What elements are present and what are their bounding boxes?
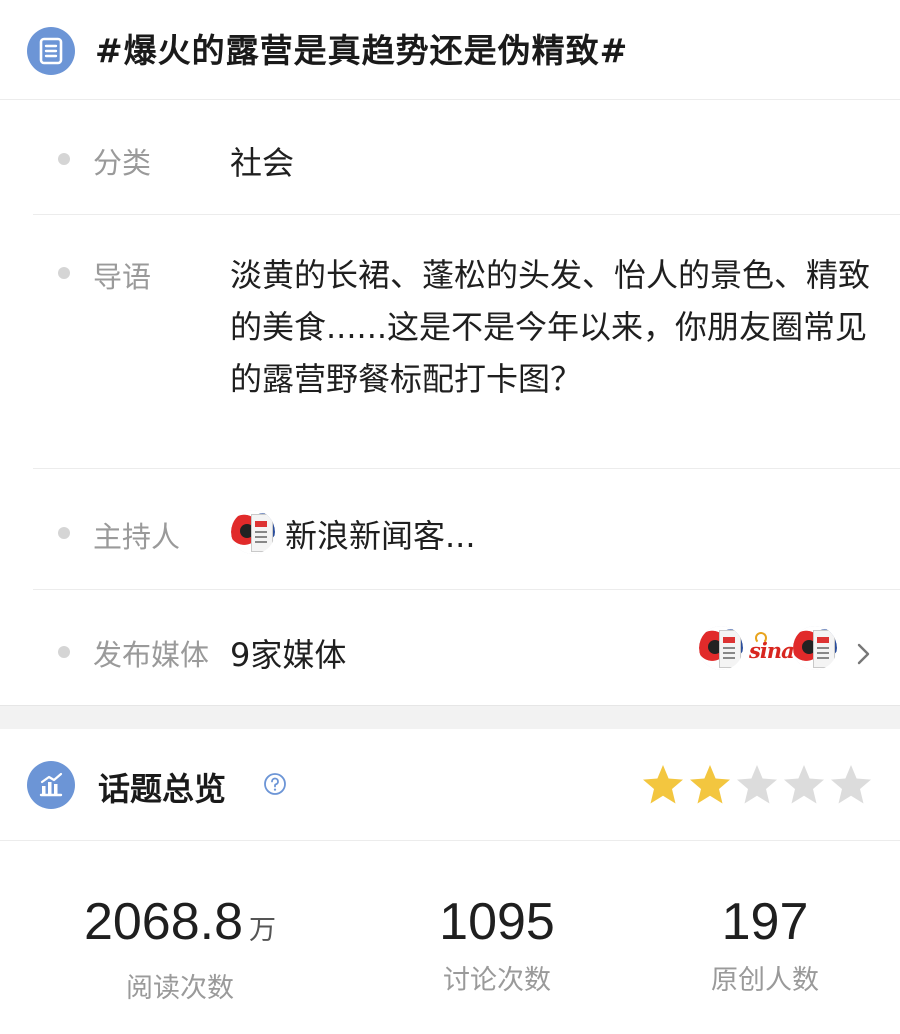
- stat-originals: 197 原创人数: [645, 890, 885, 997]
- topic-title: #爆火的露营是真趋势还是伪精致#: [95, 31, 629, 70]
- category-row: 分类 社会: [33, 100, 900, 215]
- host-row[interactable]: 主持人 新浪新闻客...: [33, 469, 900, 590]
- overview-divider: [0, 840, 900, 841]
- stat-reads: 2068.8 万 阅读次数: [60, 890, 300, 1005]
- star-filled-icon: [690, 765, 730, 804]
- lead-row: 导语 淡黄的长裙、蓬松的头发、怡人的景色、精致的美食......这是不是今年以来…: [33, 215, 900, 469]
- star-empty-icon: [831, 765, 871, 804]
- bullet-dot: [58, 153, 70, 165]
- chevron-right-icon[interactable]: [853, 641, 875, 667]
- category-label: 分类: [93, 146, 152, 180]
- list-document-icon: [27, 27, 75, 75]
- lead-label: 导语: [93, 260, 152, 294]
- help-icon[interactable]: [263, 772, 287, 796]
- stat-reads-label: 阅读次数: [126, 973, 234, 1004]
- lead-text: 淡黄的长裙、蓬松的头发、怡人的景色、精致的美食......这是不是今年以来，你朋…: [230, 256, 871, 398]
- rating-stars: [641, 763, 881, 809]
- media-label: 发布媒体: [93, 638, 210, 672]
- star-empty-icon: [737, 765, 777, 804]
- star-filled-icon: [643, 765, 683, 804]
- topic-header: #爆火的露营是真趋势还是伪精致#: [0, 0, 900, 100]
- sina-news-avatar-icon[interactable]: [231, 510, 275, 554]
- bullet-dot: [58, 646, 70, 658]
- stat-originals-value: 197: [721, 893, 809, 951]
- section-divider: [0, 705, 900, 729]
- stat-reads-unit: 万: [249, 915, 277, 945]
- overview-title: 话题总览: [98, 770, 227, 808]
- media-count[interactable]: 9家媒体: [230, 630, 346, 676]
- bullet-dot: [58, 267, 70, 279]
- bullet-dot: [58, 527, 70, 539]
- stat-discussions-label: 讨论次数: [443, 965, 551, 996]
- host-name[interactable]: 新浪新闻客...: [285, 511, 476, 557]
- star-empty-icon: [784, 765, 824, 804]
- host-label: 主持人: [93, 520, 181, 554]
- category-value: 社会: [230, 144, 295, 182]
- stat-reads-value: 2068.8: [83, 893, 244, 951]
- sina-logo-icon[interactable]: sina: [749, 632, 795, 663]
- stat-discussions-value: 1095: [439, 893, 555, 951]
- bar-chart-icon: [27, 761, 75, 809]
- media-avatar-icon[interactable]: [699, 626, 743, 670]
- stat-discussions: 1095 讨论次数: [377, 890, 617, 997]
- media-avatar-icon[interactable]: [793, 626, 837, 670]
- stat-originals-label: 原创人数: [711, 965, 819, 996]
